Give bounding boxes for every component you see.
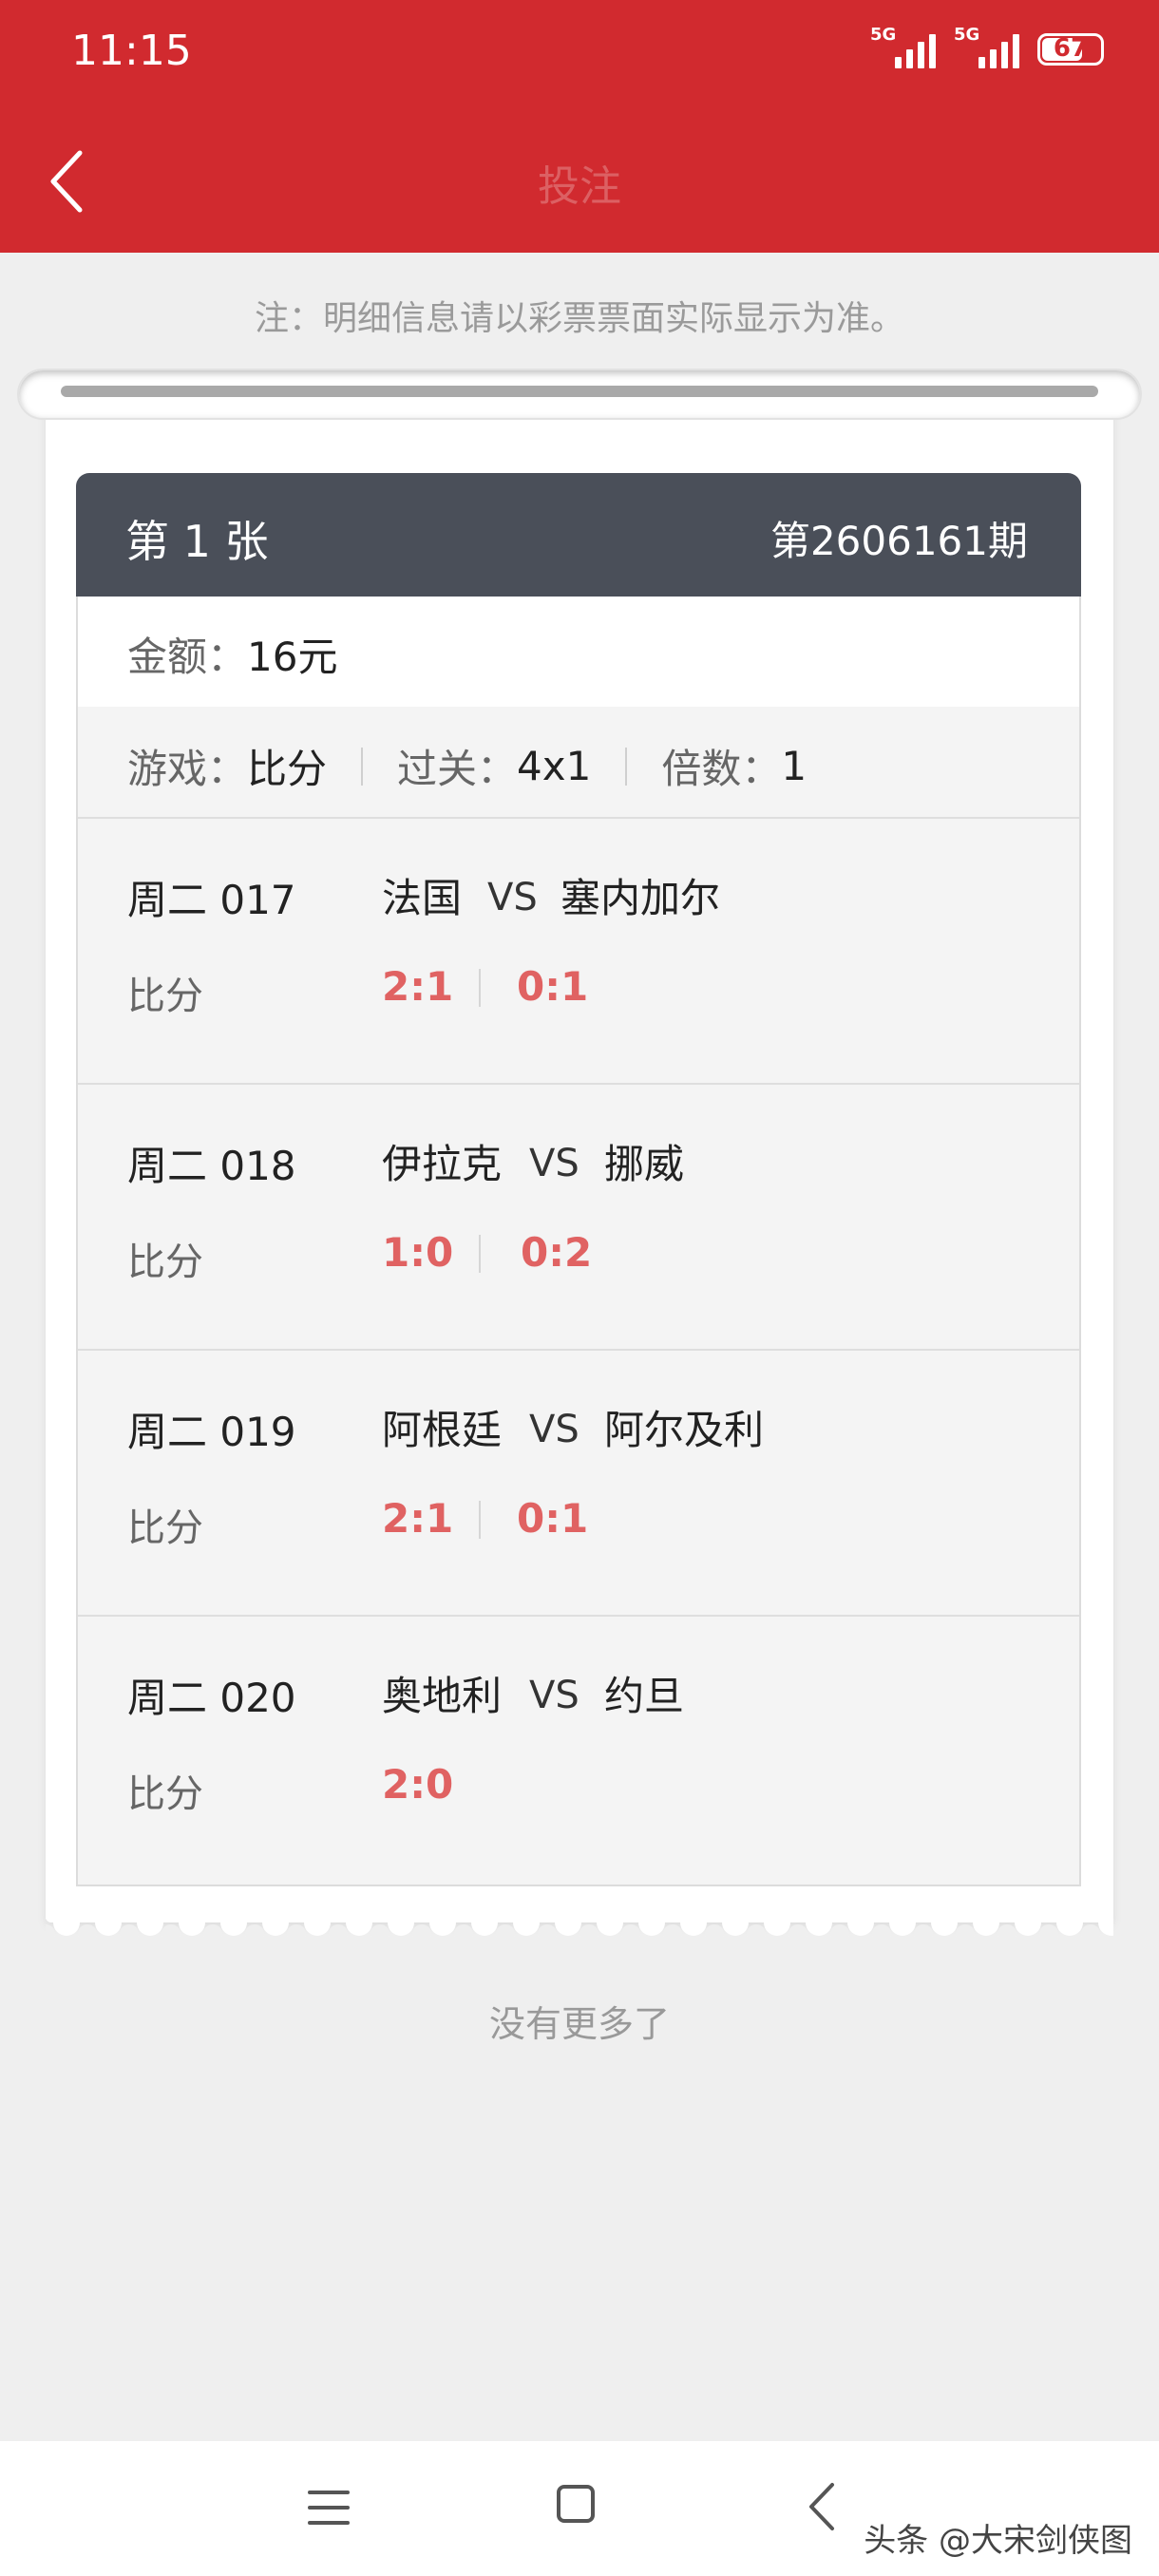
match-week: 周二 017 [127, 877, 296, 923]
match-week: 周二 018 [127, 1143, 296, 1189]
amount-value: 16元 [247, 634, 338, 680]
match-row: 周二 020 奥地利 VS 约旦 比分 2:0 [78, 1615, 1079, 1881]
signal-icon-2: 5G [954, 25, 1020, 68]
amount-text: 金额：16元 [127, 625, 337, 683]
watermark-text: 头条 @大宋剑侠图 [864, 2522, 1132, 2560]
play-row: 游戏： 比分 过关： 4x1 倍数： 1 [78, 707, 1079, 819]
match-vs: VS [529, 1142, 580, 1185]
match-score: 0:1 [517, 963, 589, 1010]
ticket-card: 第 1 张 第2606161期 金额：16元 游戏： 比分 过关： 4x1 倍数： 1… [46, 391, 1113, 1923]
amount-key: 金额： [127, 634, 248, 680]
match-home-team: 奥地利 [382, 1673, 503, 1719]
ticket-body: 金额：16元 游戏： 比分 过关： 4x1 倍数： 1 周二 017 法国 VS 塞内… [76, 597, 1081, 1886]
network-label-1: 5G [870, 25, 897, 45]
match-row: 周二 018 伊拉克 VS 挪威 比分 1:0 0:2 [78, 1083, 1079, 1351]
nav-back-icon[interactable] [804, 2481, 842, 2532]
match-bet-type: 比分 [127, 1506, 203, 1550]
match-away-team: 约旦 [604, 1673, 685, 1719]
no-more-text: 没有更多了 [488, 2003, 670, 2045]
score-divider [479, 1235, 481, 1273]
match-away-team: 塞内加尔 [560, 875, 721, 921]
ticket-printer-slot [17, 369, 1142, 420]
pass-key: 过关： [397, 746, 518, 792]
menu-icon[interactable] [308, 2489, 350, 2527]
match-week: 周二 019 [127, 1409, 296, 1455]
match-score: 2:1 [382, 963, 454, 1010]
match-away-team: 挪威 [604, 1141, 685, 1187]
app-header: 11:15 5G 5G 67 投注 [0, 0, 1159, 253]
match-home-team: 阿根廷 [382, 1407, 503, 1453]
match-home-team: 法国 [382, 875, 463, 921]
game-key: 游戏： [127, 746, 248, 792]
match-score: 0:2 [521, 1229, 593, 1276]
score-divider [479, 1501, 481, 1539]
network-label-2: 5G [954, 25, 980, 45]
status-icons: 5G 5G 67 [870, 25, 1104, 74]
match-vs: VS [529, 1674, 580, 1717]
battery-icon: 67 [1037, 33, 1104, 66]
match-bet-type: 比分 [127, 1772, 203, 1816]
divider [361, 747, 364, 786]
pass-value: 4x1 [517, 743, 592, 789]
match-home-team: 伊拉克 [382, 1141, 503, 1187]
multiple-value: 1 [781, 743, 808, 789]
match-score: 2:1 [382, 1495, 454, 1542]
match-week: 周二 020 [127, 1675, 296, 1721]
home-icon[interactable] [557, 2485, 595, 2523]
match-score: 1:0 [382, 1229, 454, 1276]
match-away-team: 阿尔及利 [604, 1407, 765, 1453]
ticket-scalloped-edge [46, 1905, 1113, 1938]
match-bet-type: 比分 [127, 1241, 203, 1284]
signal-icon: 5G [870, 25, 937, 68]
page-title: 投注 [538, 162, 621, 211]
ticket-period: 第2606161期 [770, 518, 1028, 564]
match-score: 2:0 [382, 1761, 454, 1808]
status-time: 11:15 [71, 27, 192, 75]
match-bet-type: 比分 [127, 975, 203, 1018]
divider [625, 747, 628, 786]
score-divider [479, 969, 481, 1007]
amount-row: 金额：16元 [78, 597, 1079, 709]
match-vs: VS [529, 1408, 580, 1451]
match-vs: VS [487, 876, 538, 919]
match-row: 周二 017 法国 VS 塞内加尔 比分 2:1 0:1 [78, 817, 1079, 1085]
play-info: 游戏： 比分 过关： 4x1 倍数： 1 [127, 737, 807, 795]
battery-level: 67 [1053, 34, 1089, 63]
ticket-header: 第 1 张 第2606161期 [76, 473, 1081, 597]
multiple-key: 倍数： [661, 746, 782, 792]
disclaimer-note: 注：明细信息请以彩票票面实际显示为准。 [254, 299, 904, 338]
match-score: 0:1 [517, 1495, 589, 1542]
game-value: 比分 [247, 746, 328, 792]
match-row: 周二 019 阿根廷 VS 阿尔及利 比分 2:1 0:1 [78, 1349, 1079, 1617]
ticket-number: 第 1 张 [125, 516, 269, 567]
